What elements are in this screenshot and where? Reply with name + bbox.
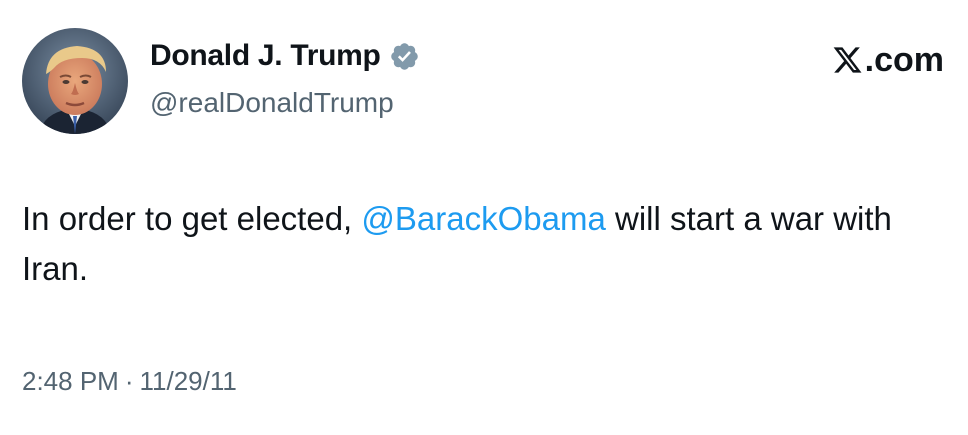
- tweet-timestamp[interactable]: 2:48 PM · 11/29/11: [22, 364, 237, 398]
- cropped-header-remnant: [196, 0, 316, 6]
- author-display-name[interactable]: Donald J. Trump: [150, 37, 381, 75]
- tweet-text: In order to get elected, @BarackObama wi…: [22, 194, 952, 294]
- author-handle[interactable]: @realDonaldTrump: [150, 85, 394, 121]
- tweet-time: 2:48 PM: [22, 366, 119, 396]
- x-logo-icon: [833, 47, 862, 73]
- tweet-date: 11/29/11: [139, 366, 237, 396]
- verified-badge-icon: [390, 42, 418, 70]
- author-name-row: Donald J. Trump: [150, 37, 420, 75]
- avatar[interactable]: [22, 28, 128, 134]
- mention-link[interactable]: @BarackObama: [361, 200, 605, 237]
- meta-separator: ·: [124, 366, 134, 396]
- brand-domain-text: .com: [864, 41, 944, 79]
- profile-photo-icon: [22, 28, 128, 134]
- tweet-text-before: In order to get elected,: [22, 200, 362, 237]
- brand-watermark: .com: [832, 40, 944, 80]
